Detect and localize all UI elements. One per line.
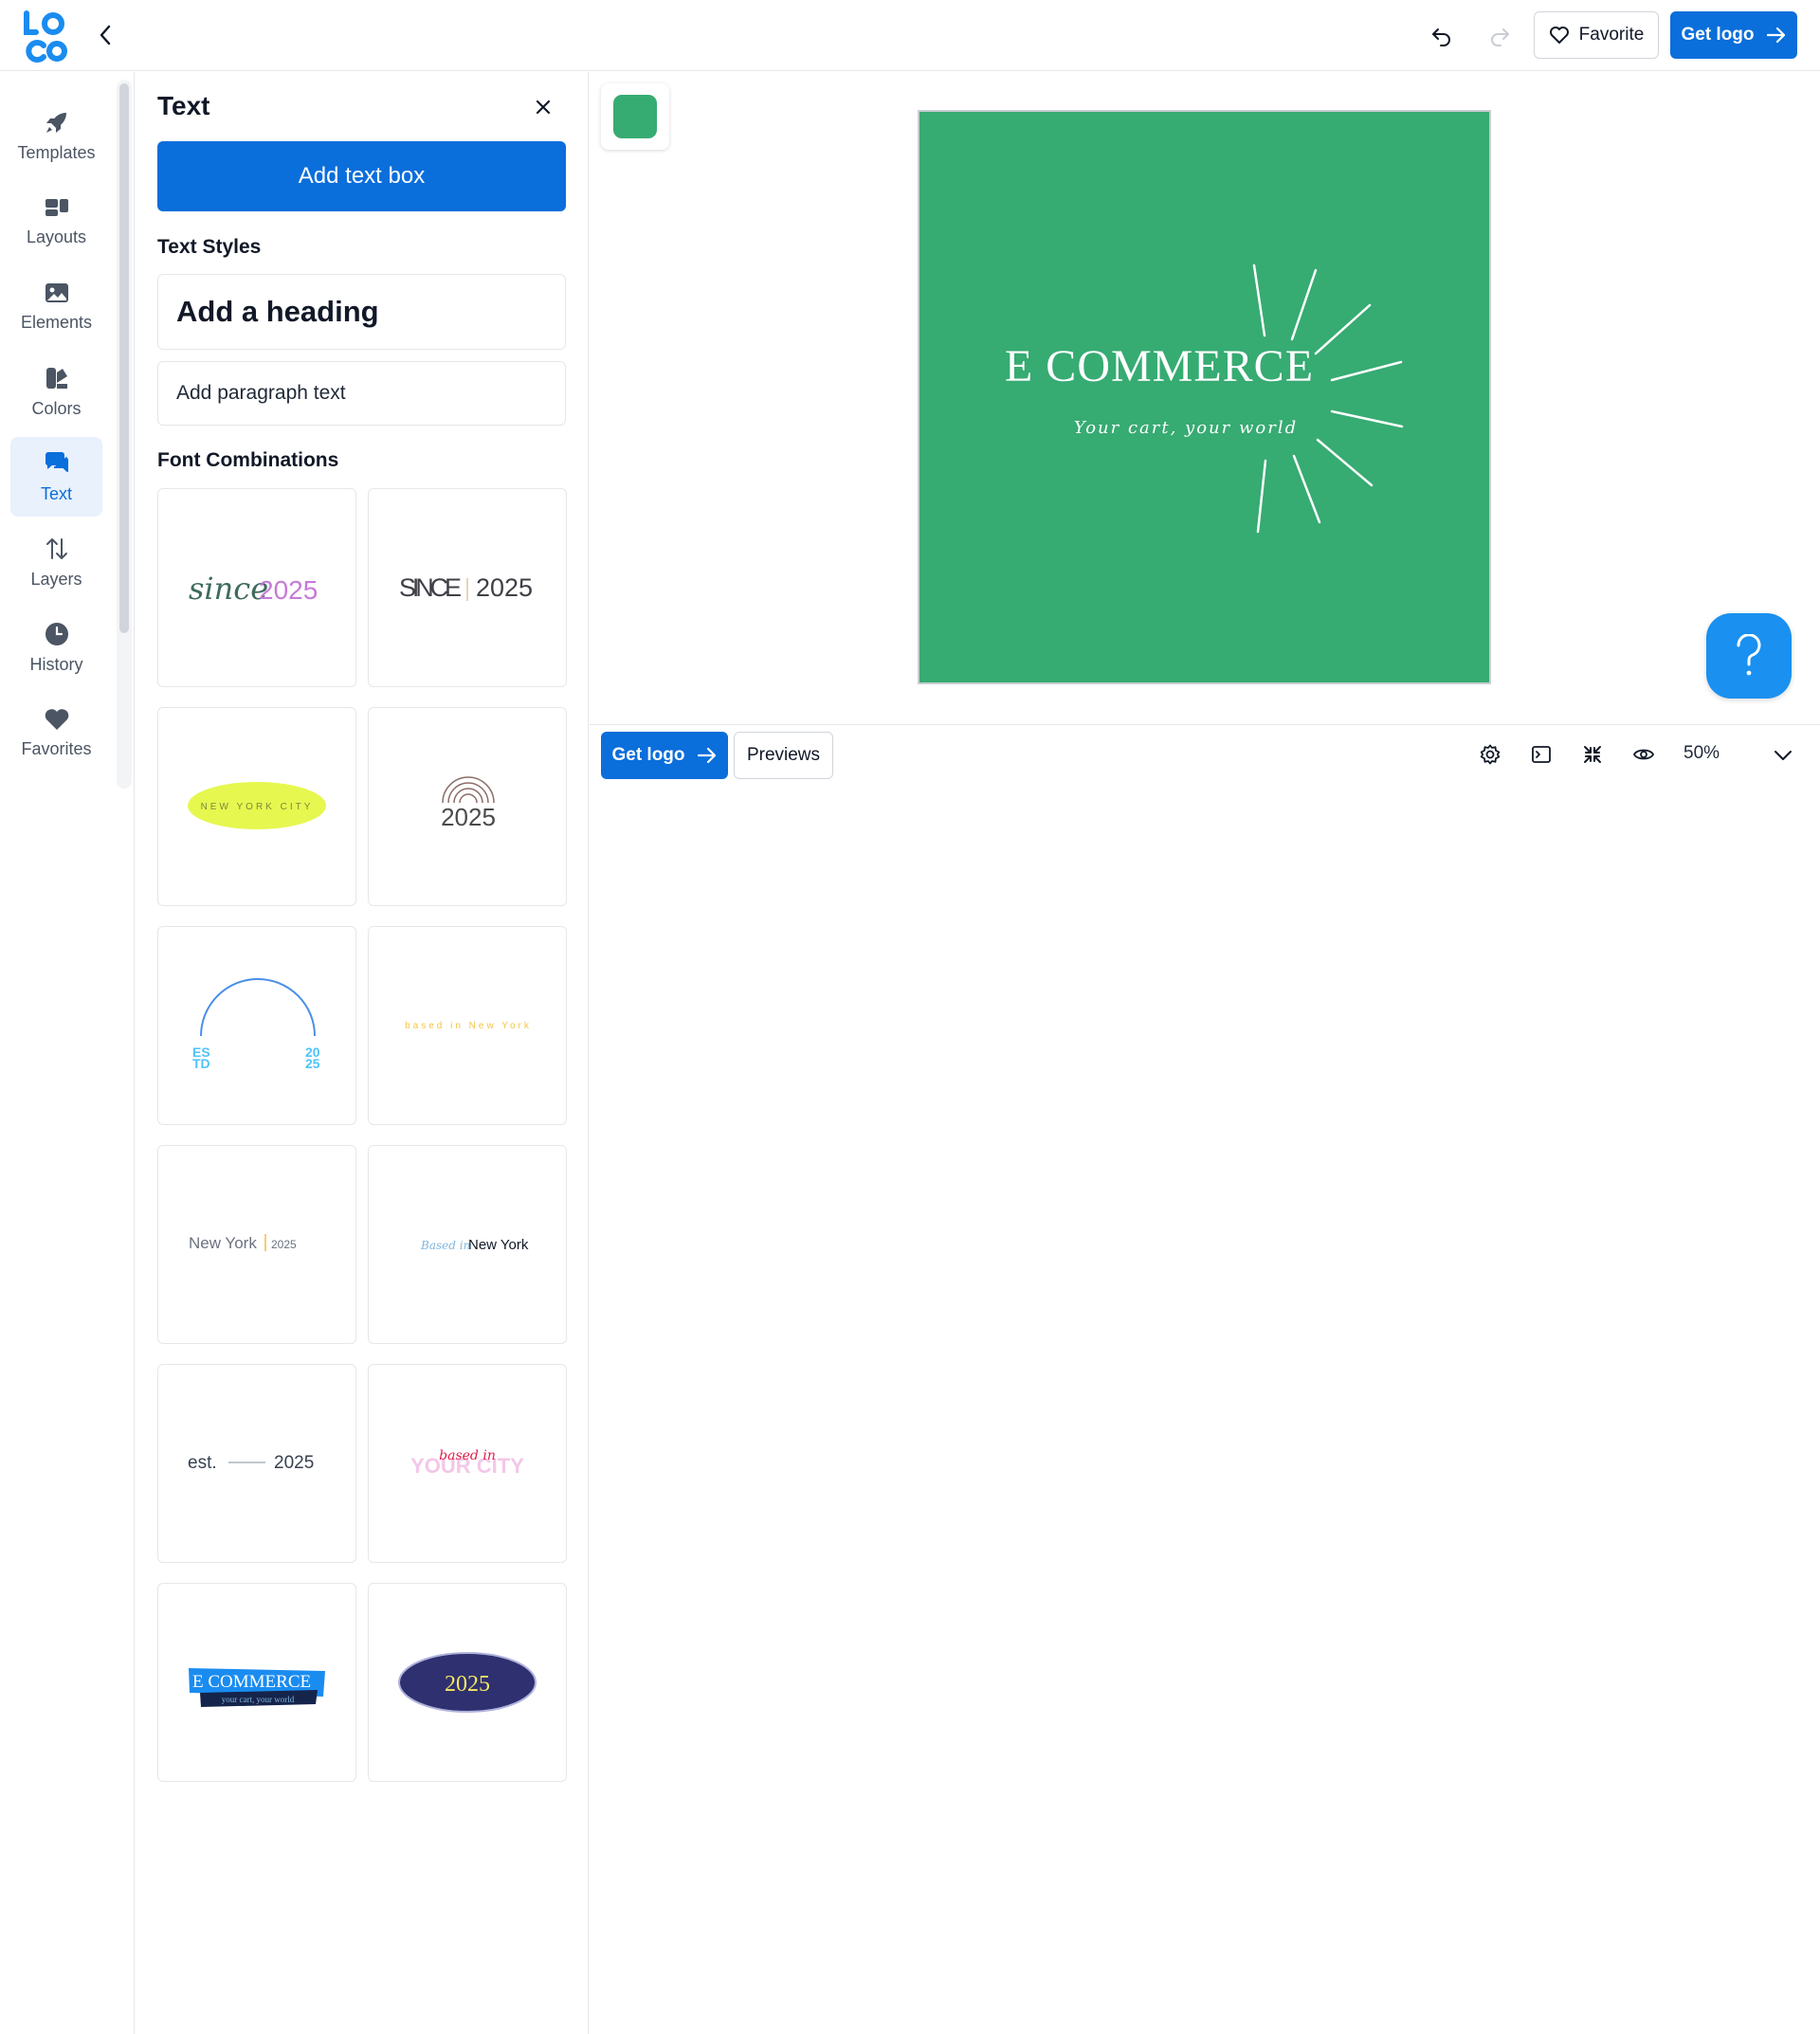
- image-icon: [45, 282, 68, 302]
- font-combo-based-in-new-york-script[interactable]: Based in New York: [368, 1145, 567, 1344]
- combo-text: since: [189, 571, 268, 607]
- combo-text: 2025: [441, 803, 496, 831]
- add-text-box-button[interactable]: Add text box: [157, 141, 566, 211]
- get-logo-label: Get logo: [1681, 25, 1755, 45]
- combo-text: New York: [189, 1234, 257, 1252]
- font-combo-new-york-city[interactable]: NEW YORK CITY: [157, 707, 356, 906]
- top-bar: Favorite Get logo: [0, 0, 1820, 71]
- font-combo-rainbow-2025[interactable]: 2025: [368, 707, 567, 906]
- previews-button[interactable]: Previews: [734, 732, 833, 779]
- rail-item-elements[interactable]: Elements: [10, 266, 102, 346]
- rail-item-templates[interactable]: Templates: [10, 96, 102, 175]
- rail-item-layouts[interactable]: Layouts: [10, 181, 102, 261]
- chat-text-icon: [45, 451, 68, 472]
- palette-icon: [46, 367, 67, 389]
- rail-label-text: Text: [40, 483, 72, 503]
- logo-artboard[interactable]: E COMMERCE Your cart, your world: [918, 110, 1491, 684]
- combo-text: 2025: [476, 573, 533, 602]
- help-button[interactable]: [1706, 613, 1792, 699]
- settings-icon[interactable]: [1476, 740, 1504, 769]
- add-heading-style[interactable]: Add a heading: [157, 274, 566, 350]
- rail-item-text[interactable]: Text: [10, 437, 102, 517]
- arrow-right-icon: [697, 747, 716, 764]
- font-combo-e-commerce[interactable]: E COMMERCE your cart, your world: [157, 1583, 356, 1782]
- rail-label-history: History: [29, 654, 83, 674]
- preview-eye-icon[interactable]: [1629, 740, 1658, 769]
- rail-item-layers[interactable]: Layers: [10, 522, 102, 602]
- combo-text: SINCE: [399, 573, 462, 602]
- rail-label-favorites: Favorites: [21, 738, 92, 758]
- background-color-swatch: [613, 95, 657, 138]
- logo-tagline-text: Your cart, your world: [1074, 418, 1298, 438]
- close-icon[interactable]: [529, 93, 557, 121]
- back-chevron-icon[interactable]: [91, 21, 119, 49]
- combo-text: NEW YORK CITY: [201, 802, 314, 812]
- font-combo-since-2025-condensed[interactable]: SINCE 2025: [368, 488, 567, 687]
- combo-text: 25: [305, 1056, 320, 1071]
- clock-icon: [45, 622, 68, 645]
- combo-text: based in New York: [405, 1021, 532, 1031]
- question-mark-icon: [1737, 634, 1761, 676]
- combo-text: Based in: [420, 1239, 470, 1252]
- panel-title: Text: [157, 91, 210, 120]
- rail-scrollbar[interactable]: [117, 80, 132, 789]
- canvas-toolbar: Get logo Previews 50%: [590, 724, 1820, 785]
- rail-label-elements: Elements: [20, 312, 93, 332]
- font-combo-based-in-your-city[interactable]: YOUR CITY based in: [368, 1364, 567, 1563]
- combo-text: your cart, your world: [222, 1695, 295, 1704]
- font-combinations-heading: Font Combinations: [157, 449, 339, 471]
- combo-text: est.: [188, 1453, 217, 1473]
- layouts-icon: [45, 198, 68, 216]
- tool-rail: Templates Layouts Elements Colors Text L…: [0, 72, 135, 2034]
- font-combo-estd-2025-arc[interactable]: ES TD 20 25: [157, 926, 356, 1125]
- fit-to-screen-icon[interactable]: [1578, 740, 1607, 769]
- combo-text: TD: [192, 1056, 210, 1071]
- logo-title-text: E COMMERCE: [1005, 341, 1314, 391]
- font-combo-since-2025-script[interactable]: since 2025: [157, 488, 356, 687]
- logo-icon[interactable]: [21, 9, 68, 63]
- arrows-updown-icon: [46, 537, 67, 559]
- redo-icon[interactable]: [1484, 21, 1515, 51]
- rail-label-colors: Colors: [31, 398, 82, 418]
- text-panel: Text Add text box Text Styles Add a head…: [136, 72, 589, 2034]
- combo-text: 2025: [274, 1453, 314, 1473]
- combo-text: 2025: [271, 1238, 297, 1251]
- undo-icon[interactable]: [1427, 21, 1457, 51]
- heart-icon: [45, 708, 68, 730]
- zoom-level[interactable]: 50%: [1684, 743, 1720, 764]
- font-combo-based-in-new-york-gold[interactable]: based in New York: [368, 926, 567, 1125]
- rail-label-layers: Layers: [30, 569, 82, 589]
- chevron-down-icon[interactable]: [1769, 741, 1797, 770]
- arrow-right-icon: [1766, 27, 1785, 44]
- rail-item-history[interactable]: History: [10, 608, 102, 687]
- get-logo-button[interactable]: Get logo: [1670, 11, 1797, 59]
- combo-text: 2025: [445, 1672, 490, 1697]
- rail-label-templates: Templates: [17, 142, 96, 162]
- terminal-icon[interactable]: [1527, 740, 1556, 769]
- combo-text: New York: [468, 1237, 529, 1253]
- favorite-label: Favorite: [1578, 25, 1645, 45]
- rail-label-layouts: Layouts: [26, 227, 87, 246]
- rail-scroll-thumb[interactable]: [119, 83, 129, 633]
- favorite-button[interactable]: Favorite: [1534, 11, 1659, 59]
- text-styles-heading: Text Styles: [157, 236, 262, 258]
- get-logo-label: Get logo: [611, 745, 685, 765]
- font-combo-new-york-2025[interactable]: New York 2025: [157, 1145, 356, 1344]
- font-combo-est-2025[interactable]: est. 2025: [157, 1364, 356, 1563]
- combo-text: based in: [439, 1448, 496, 1463]
- add-paragraph-style[interactable]: Add paragraph text: [157, 361, 566, 426]
- rocket-icon: [46, 112, 66, 133]
- sunburst-lines: [1252, 263, 1404, 534]
- combo-text: E COMMERCE: [192, 1672, 311, 1692]
- combo-text: 2025: [259, 575, 318, 605]
- heart-outline-icon: [1549, 27, 1569, 44]
- rail-item-colors[interactable]: Colors: [10, 352, 102, 431]
- font-combo-oval-2025[interactable]: 2025: [368, 1583, 567, 1782]
- get-logo-button-bottom[interactable]: Get logo: [601, 732, 728, 779]
- rail-item-favorites[interactable]: Favorites: [10, 693, 102, 772]
- background-color-picker[interactable]: [601, 83, 669, 150]
